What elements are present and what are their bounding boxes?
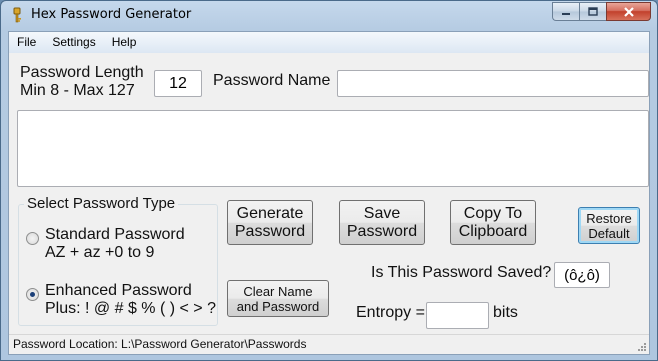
radio-enhanced-sublabel: Plus: ! @ # $ % ( ) < > ?	[45, 300, 216, 317]
menu-help[interactable]: Help	[104, 32, 145, 53]
minimize-icon	[562, 12, 570, 15]
radio-enhanced-indicator[interactable]	[26, 288, 39, 301]
restore-default-button[interactable]: Restore Default	[578, 207, 640, 244]
generate-password-button[interactable]: Generate Password	[227, 200, 313, 245]
radio-standard-indicator[interactable]	[26, 232, 39, 245]
password-name-input[interactable]	[337, 70, 649, 97]
menu-settings[interactable]: Settings	[44, 32, 103, 53]
window-controls	[552, 2, 651, 21]
radio-standard-password[interactable]: Standard Password AZ + az +0 to 9	[26, 226, 185, 262]
radio-enhanced-label: Enhanced Password	[45, 282, 192, 299]
minimize-button[interactable]	[552, 2, 579, 21]
password-length-label: Password Length	[20, 64, 144, 81]
password-type-group-title: Select Password Type	[24, 195, 179, 212]
password-type-group: Select Password Type Standard Password A…	[18, 195, 218, 326]
entropy-label: Entropy =	[356, 304, 425, 321]
key-icon	[13, 7, 21, 23]
window-title: Hex Password Generator	[31, 7, 192, 22]
password-saved-indicator: (ô¿ô)	[554, 262, 610, 288]
radio-enhanced-password[interactable]: Enhanced Password Plus: ! @ # $ % ( ) < …	[26, 282, 216, 318]
password-name-label: Password Name	[213, 72, 331, 89]
password-location-text: Password Location: L:\Password Generator…	[13, 337, 307, 351]
radio-standard-label: Standard Password	[45, 226, 185, 243]
client-area: File Settings Help Password Length Min 8…	[8, 31, 650, 355]
status-bar: Password Location: L:\Password Generator…	[9, 334, 649, 354]
password-length-range-label: Min 8 - Max 127	[20, 82, 135, 99]
menu-file[interactable]: File	[9, 32, 44, 53]
copy-to-clipboard-button[interactable]: Copy To Clipboard	[450, 200, 536, 245]
clear-name-and-password-button[interactable]: Clear Name and Password	[227, 280, 329, 317]
maximize-icon	[588, 7, 598, 16]
close-icon	[623, 6, 634, 17]
password-saved-label: Is This Password Saved?	[371, 264, 552, 281]
password-output-field[interactable]	[17, 110, 649, 187]
title-bar[interactable]: Hex Password Generator	[1, 1, 657, 29]
menu-bar: File Settings Help	[9, 32, 649, 53]
password-length-input[interactable]: 12	[154, 70, 202, 97]
resize-grip-icon[interactable]	[637, 342, 647, 352]
maximize-button[interactable]	[579, 2, 606, 21]
save-password-button[interactable]: Save Password	[339, 200, 425, 245]
entropy-value-field	[426, 302, 489, 329]
entropy-unit-label: bits	[493, 304, 518, 321]
close-button[interactable]	[606, 2, 651, 21]
app-window: Hex Password Generator File Settings Hel…	[0, 0, 658, 361]
radio-standard-sublabel: AZ + az +0 to 9	[45, 244, 155, 261]
